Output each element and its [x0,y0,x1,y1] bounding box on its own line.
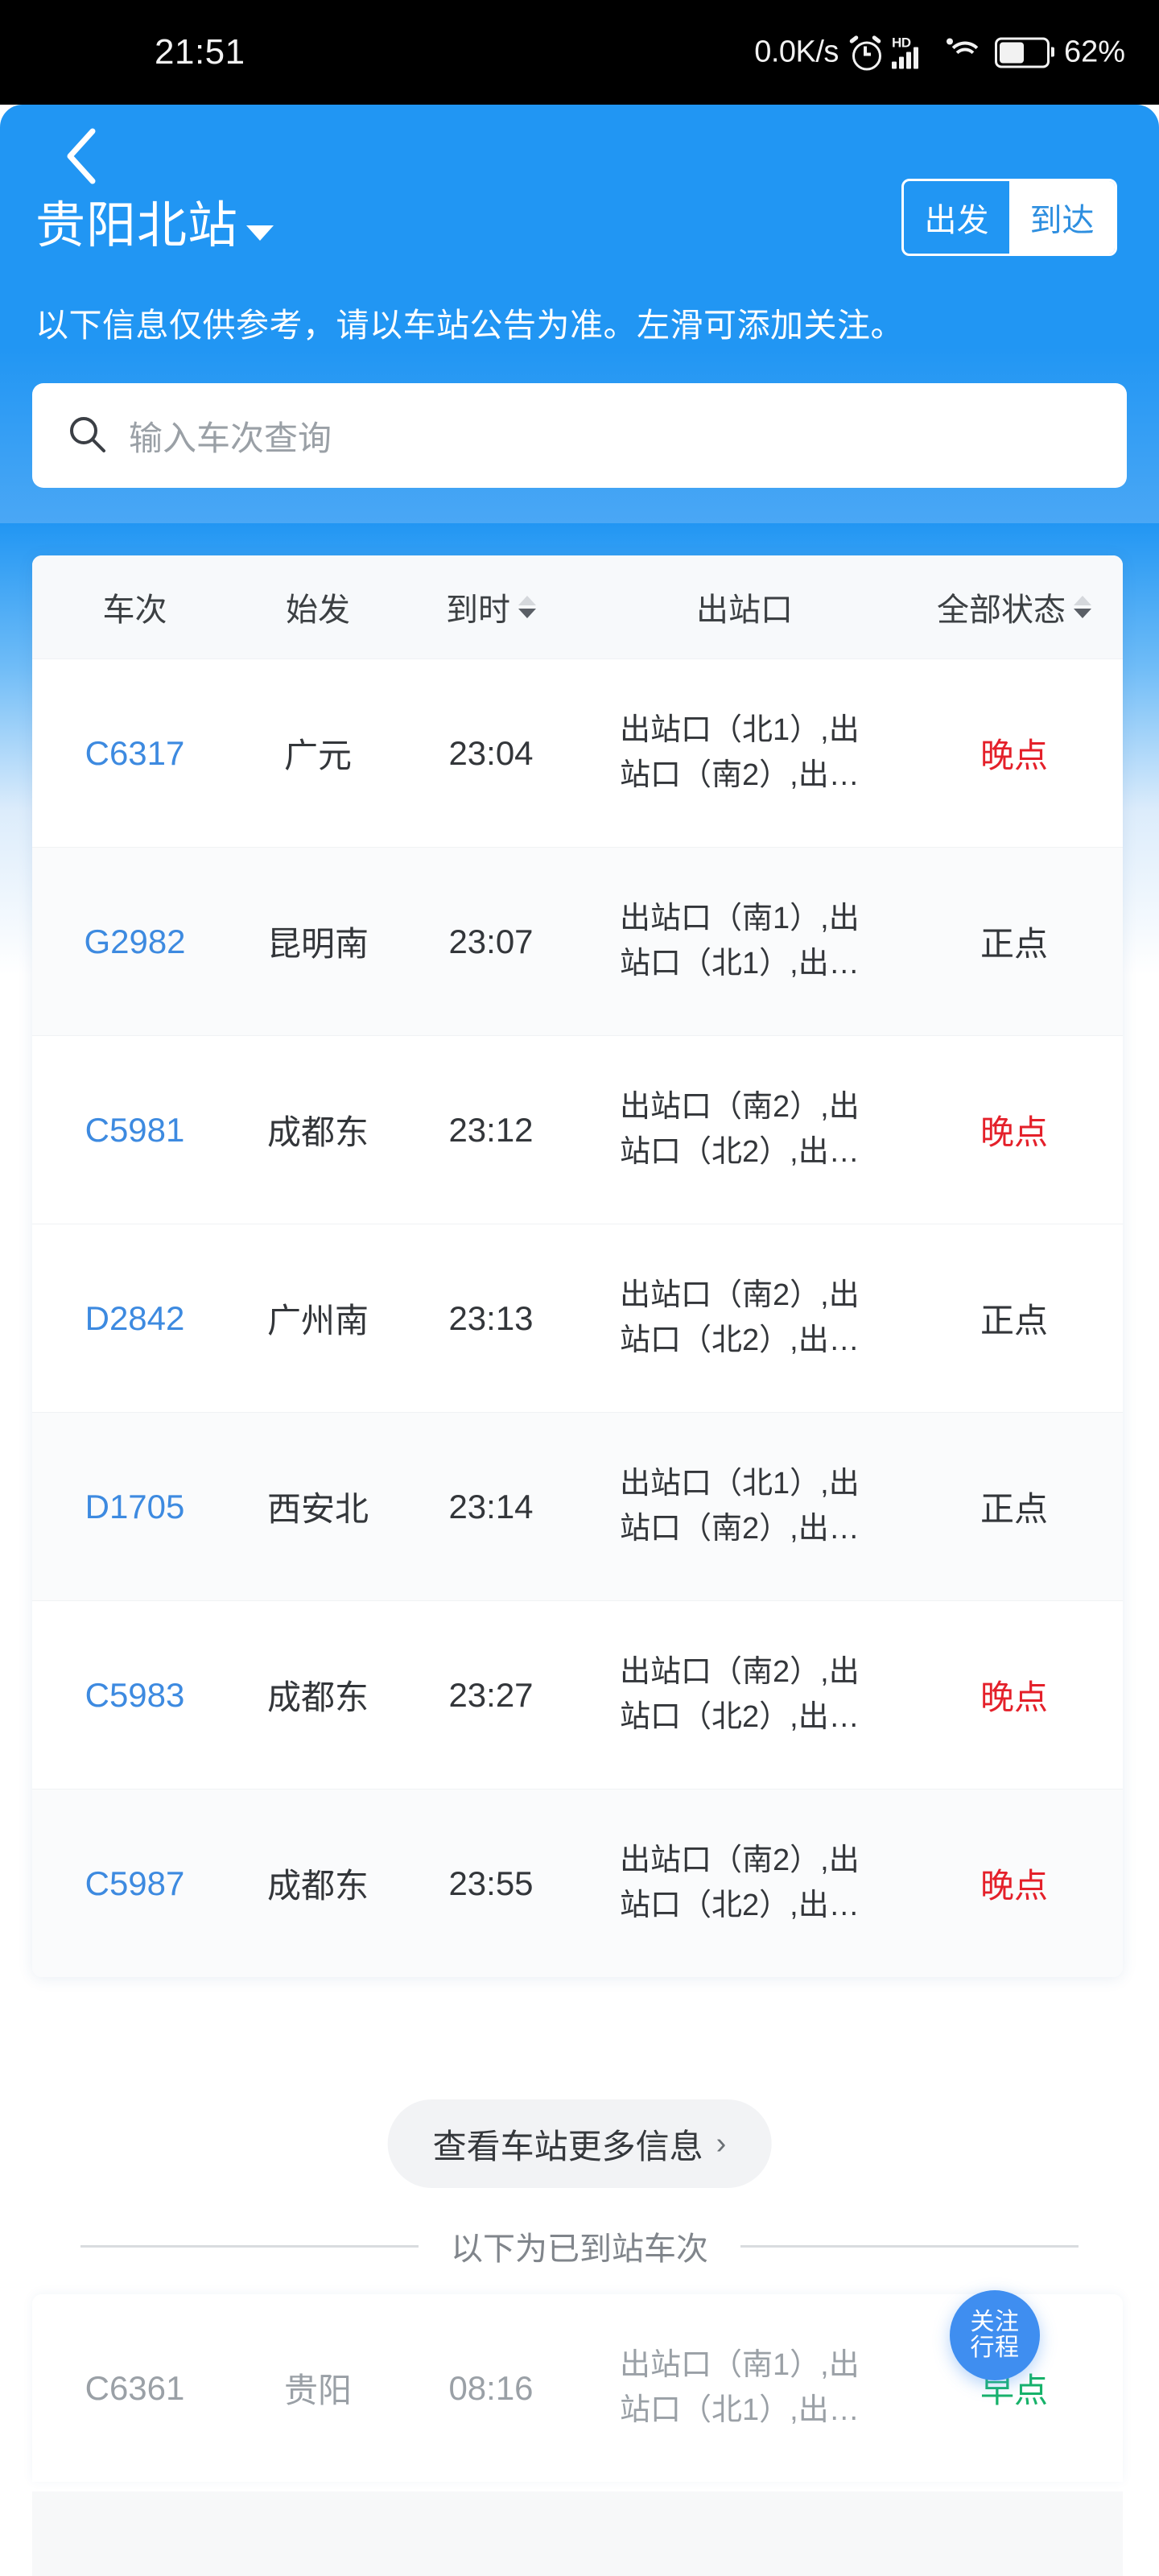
cell-origin: 广元 [283,737,352,774]
cell-train-no[interactable]: G2982 [32,923,237,961]
status-bar-clock: 21:51 [155,32,245,72]
list-bottom-edge [32,2491,1123,2576]
cell-origin: 贵阳 [283,2372,352,2409]
cell-train-no[interactable]: C5983 [32,1676,237,1715]
back-chevron-icon [67,128,96,184]
status-bar: 21:51 0.0K/s HD 62% [0,0,1159,105]
cell-origin: 成都东 [266,1678,369,1716]
table-row[interactable]: D2842 广州南 23:13 出站口（南2）,出站口（北2）,出… 正点 [32,1224,1123,1413]
cell-train-no[interactable]: D1705 [32,1488,237,1526]
cell-exit-gate: 出站口（南2）,出站口（北2）,出… [620,1278,860,1357]
status-bar-indicators: 0.0K/s HD 62% [754,34,1125,70]
back-button[interactable] [48,124,113,188]
arrived-section-label: 以下为已到站车次 [451,2231,708,2267]
cell-exit-gate: 出站口（南1）,出站口（北1）,出… [620,2348,860,2427]
direction-segmented-control[interactable]: 出发 到达 [901,179,1117,256]
cell-arrival-time: 23:27 [448,1675,534,1714]
table-row[interactable]: C5981 成都东 23:12 出站口（南2）,出站口（北2）,出… 晚点 [32,1036,1123,1224]
cell-origin: 广州南 [266,1302,369,1340]
cell-origin: 成都东 [266,1867,369,1905]
search-input[interactable]: 输入车次查询 [129,411,332,460]
search-bar[interactable]: 输入车次查询 [32,383,1127,488]
cell-exit-gate: 出站口（南1）,出站口（北1）,出… [620,902,860,980]
column-header-status[interactable]: 全部状态 [905,584,1123,630]
cell-train-no[interactable]: D2842 [32,1299,237,1338]
column-header-arrival-time[interactable]: 到时 [398,584,584,630]
cell-status: 正点 [980,1302,1048,1340]
cell-arrival-time: 08:16 [448,2368,534,2407]
divider-line-right [740,2244,1079,2248]
battery-percent-label: 62% [1063,35,1125,69]
cell-origin: 昆明南 [266,925,369,963]
network-speed-label: 0.0K/s [754,35,839,69]
follow-trip-line2: 行程 [970,2334,1020,2361]
app-screen: 21:51 0.0K/s HD 62% 贵阳北站 出发 到达 以下信息仅供参考，… [0,0,1159,2576]
cell-train-no[interactable]: C5981 [32,1111,237,1150]
notice-text: 以下信息仅供参考，请以车站公告为准。左滑可添加关注。 [35,307,904,344]
table-row[interactable]: C5983 成都东 23:27 出站口（南2）,出站口（北2）,出… 晚点 [32,1601,1123,1790]
column-label: 全部状态 [937,592,1066,628]
cell-exit-gate: 出站口（南2）,出站口（北2）,出… [620,1090,860,1169]
cell-status: 正点 [980,925,1048,963]
cell-status: 晚点 [980,1867,1048,1905]
column-label: 车次 [102,592,167,628]
divider-line-left [80,2244,419,2248]
more-station-info-button[interactable]: 查看车站更多信息 › [387,2099,772,2188]
table-row[interactable]: C5987 成都东 23:55 出站口（南2）,出站口（北2）,出… 晚点 [32,1790,1123,1977]
alarm-icon [848,34,882,70]
cell-train-no[interactable]: C6361 [32,2369,237,2408]
follow-trip-line1: 关注 [970,2309,1020,2336]
cell-origin: 成都东 [266,1113,369,1151]
cell-arrival-time: 23:04 [448,733,534,772]
column-header-exit-gate[interactable]: 出站口 [584,584,905,630]
station-title-button[interactable]: 贵阳北站 [35,201,274,251]
cell-exit-gate: 出站口（北1）,出站口（南2）,出… [620,1467,860,1546]
cell-arrival-time: 23:07 [448,922,534,960]
cell-origin: 西安北 [266,1490,369,1528]
cell-status: 晚点 [980,737,1048,774]
app-header: 贵阳北站 出发 到达 以下信息仅供参考，请以车站公告为准。左滑可添加关注。 输入… [0,105,1159,523]
search-icon [66,413,108,459]
column-header-origin[interactable]: 始发 [237,584,398,630]
arrived-section-divider: 以下为已到站车次 [0,2218,1159,2274]
table-row[interactable]: D1705 西安北 23:14 出站口（北1）,出站口（南2）,出… 正点 [32,1413,1123,1601]
column-label: 始发 [286,592,350,628]
follow-trip-fab[interactable]: 关注 行程 [950,2290,1040,2380]
cell-train-no[interactable]: C5987 [32,1864,237,1903]
more-station-info-label: 查看车站更多信息 [432,2127,703,2165]
cell-arrival-time: 23:55 [448,1864,534,1902]
wifi-icon [946,38,984,67]
signal-icon: HD [891,35,935,68]
cell-arrival-time: 23:14 [448,1487,534,1525]
table-row[interactable]: G2982 昆明南 23:07 出站口（南1）,出站口（北1）,出… 正点 [32,848,1123,1036]
cell-status: 晚点 [980,1113,1048,1151]
page-title: 贵阳北站 [35,198,239,254]
schedule-table: 车次 始发 到时 出站口 全部状态 C6317 广元 23:04 出站口（北1）… [32,555,1123,1977]
cell-arrival-time: 23:13 [448,1298,534,1337]
column-label: 出站口 [696,592,793,628]
tab-arrival[interactable]: 到达 [1009,181,1115,254]
column-header-train-no[interactable]: 车次 [32,584,237,630]
table-row[interactable]: C6317 广元 23:04 出站口（北1）,出站口（南2）,出… 晚点 [32,659,1123,848]
cell-exit-gate: 出站口（南2）,出站口（北2）,出… [620,1655,860,1734]
cell-status: 正点 [980,1490,1048,1528]
cell-exit-gate: 出站口（南2）,出站口（北2）,出… [620,1843,860,1922]
cell-train-no[interactable]: C6317 [32,734,237,773]
cell-arrival-time: 23:12 [448,1110,534,1149]
chevron-right-icon: › [716,2127,727,2161]
table-header-row: 车次 始发 到时 出站口 全部状态 [32,555,1123,659]
column-label: 到时 [446,592,510,628]
sort-arrows-icon[interactable] [1074,596,1091,618]
cell-exit-gate: 出站口（北1）,出站口（南2）,出… [620,713,860,792]
tab-departure[interactable]: 出发 [904,181,1009,254]
sort-arrows-icon[interactable] [518,596,536,618]
battery-icon [994,37,1054,68]
caret-down-icon [246,225,274,241]
cell-status: 晚点 [980,1678,1048,1716]
